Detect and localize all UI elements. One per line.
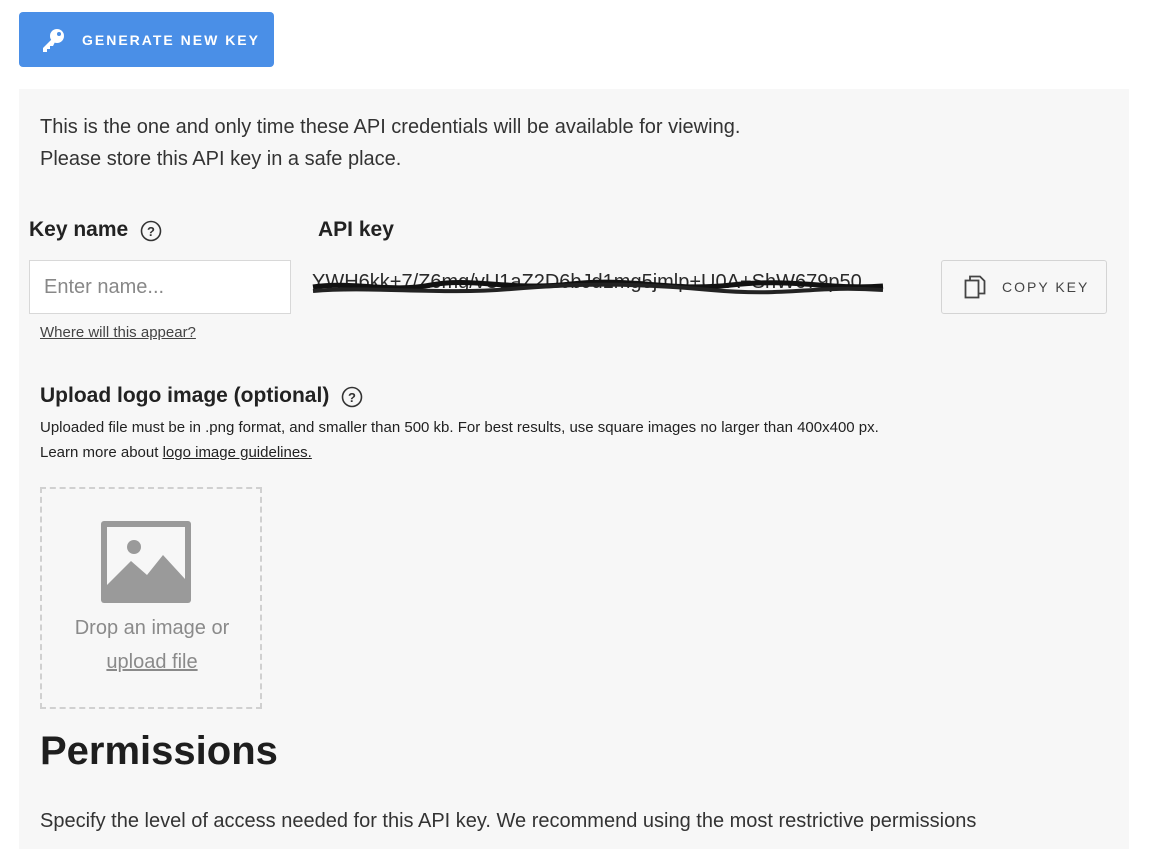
permissions-title: Permissions	[40, 729, 278, 773]
generate-new-key-label: GENERATE NEW KEY	[82, 31, 260, 48]
drop-text: Drop an image or upload file	[42, 611, 262, 679]
svg-text:?: ?	[147, 224, 155, 239]
key-name-label: Key name	[29, 218, 129, 241]
image-placeholder-icon	[101, 521, 191, 603]
upload-desc-line-1: Uploaded file must be in .png format, an…	[40, 419, 879, 436]
notice-line-1: This is the one and only time these API …	[40, 116, 741, 138]
where-will-this-appear-link[interactable]: Where will this appear?	[40, 324, 196, 341]
api-key-label: API key	[318, 218, 394, 241]
key-name-label-row: Key name ?	[29, 218, 162, 242]
permissions-description: Specify the level of access needed for t…	[40, 810, 977, 832]
upload-logo-title: Upload logo image (optional)	[40, 384, 330, 407]
generate-new-key-button[interactable]: GENERATE NEW KEY	[19, 12, 274, 67]
upload-desc-line-2: Learn more about logo image guidelines.	[40, 440, 879, 465]
copy-icon	[964, 275, 986, 299]
learn-more-text: Learn more about	[40, 444, 163, 461]
logo-guidelines-link[interactable]: logo image guidelines.	[163, 444, 312, 461]
key-name-input[interactable]	[29, 260, 291, 314]
logo-dropzone[interactable]: Drop an image or upload file	[40, 487, 262, 709]
api-key-panel: This is the one and only time these API …	[19, 89, 1129, 849]
key-icon	[40, 27, 66, 53]
copy-key-button[interactable]: COPY KEY	[941, 260, 1107, 314]
notice-line-2: Please store this API key in a safe plac…	[40, 148, 402, 170]
api-key-redaction	[312, 279, 884, 295]
svg-text:?: ?	[348, 390, 356, 405]
upload-logo-label-row: Upload logo image (optional) ?	[40, 384, 363, 408]
drop-instruction: Drop an image or	[74, 617, 230, 639]
credentials-notice: This is the one and only time these API …	[40, 111, 740, 175]
upload-file-link[interactable]: upload file	[42, 645, 262, 679]
upload-description: Uploaded file must be in .png format, an…	[40, 415, 879, 465]
copy-key-label: COPY KEY	[1002, 279, 1090, 295]
api-key-label-row: API key	[318, 218, 394, 242]
help-icon[interactable]: ?	[341, 386, 363, 408]
help-icon[interactable]: ?	[140, 220, 162, 242]
